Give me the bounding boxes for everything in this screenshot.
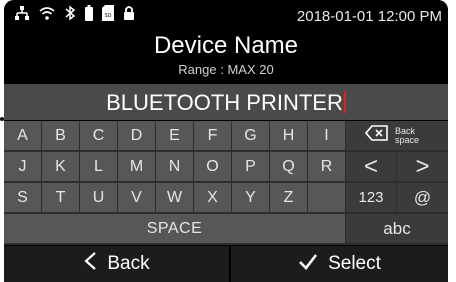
select-button-label: Select xyxy=(328,253,381,274)
key-t[interactable]: T xyxy=(42,183,79,212)
key-s[interactable]: S xyxy=(4,183,41,212)
key-r[interactable]: R xyxy=(308,152,345,181)
key-h[interactable]: H xyxy=(270,121,307,150)
key-w[interactable]: W xyxy=(156,183,193,212)
key-n[interactable]: N xyxy=(156,152,193,181)
cursor-left-key[interactable]: < xyxy=(346,152,396,181)
key-m[interactable]: M xyxy=(118,152,155,181)
key-j[interactable]: J xyxy=(4,152,41,181)
status-bar: SD 2018-01-01 12:00 PM xyxy=(4,0,448,30)
bluetooth-icon xyxy=(64,5,76,21)
key-o[interactable]: O xyxy=(194,152,231,181)
key-f[interactable]: F xyxy=(194,121,231,150)
back-button[interactable]: Back xyxy=(4,246,229,282)
name-input-value-wrap: BLUETOOTH PRINTER xyxy=(4,90,448,116)
page-title: Device Name xyxy=(153,32,299,59)
key-g[interactable]: G xyxy=(232,121,269,150)
at-key[interactable]: @ xyxy=(397,183,448,212)
key-c[interactable]: C xyxy=(80,121,117,150)
cursor-right-key[interactable]: > xyxy=(397,152,448,181)
wifi-icon xyxy=(39,5,55,21)
chevron-left-icon xyxy=(83,251,107,277)
key-blank xyxy=(308,183,345,212)
name-input-value: BLUETOOTH PRINTER xyxy=(106,90,343,115)
space-key[interactable]: SPACE xyxy=(4,214,345,243)
key-i[interactable]: I xyxy=(308,121,345,150)
select-button[interactable]: Select xyxy=(231,246,448,282)
backspace-key[interactable]: Back space xyxy=(346,121,448,150)
key-l[interactable]: L xyxy=(80,152,117,181)
key-a[interactable]: A xyxy=(4,121,41,150)
bottom-bar: Back Select xyxy=(4,246,448,282)
status-datetime: 2018-01-01 12:00 PM xyxy=(296,8,442,25)
network-icon xyxy=(14,5,30,21)
key-u[interactable]: U xyxy=(80,183,117,212)
key-k[interactable]: K xyxy=(42,152,79,181)
numeric-mode-key[interactable]: 123 xyxy=(346,183,396,212)
onscreen-keyboard: A B C D E F G H I Back space J K L M N O… xyxy=(4,121,448,245)
status-icons: SD xyxy=(14,5,135,21)
backspace-label: Back space xyxy=(395,125,420,145)
device-screen: SD 2018-01-01 12:00 PM Device Name Range… xyxy=(4,0,448,282)
checkmark-icon xyxy=(298,252,328,276)
text-cursor xyxy=(343,91,346,113)
key-d[interactable]: D xyxy=(118,121,155,150)
sd-card-icon: SD xyxy=(102,5,114,21)
key-z[interactable]: Z xyxy=(270,183,307,212)
battery-icon xyxy=(85,5,93,21)
lowercase-mode-key[interactable]: abc xyxy=(346,214,448,243)
key-b[interactable]: B xyxy=(42,121,79,150)
key-e[interactable]: E xyxy=(156,121,193,150)
backspace-icon xyxy=(364,125,389,146)
name-input-field[interactable]: BLUETOOTH PRINTER xyxy=(4,84,448,120)
range-hint: Range : MAX 20 xyxy=(178,62,274,77)
svg-text:SD: SD xyxy=(104,13,111,19)
key-x[interactable]: X xyxy=(194,183,231,212)
lock-icon xyxy=(123,5,135,21)
key-y[interactable]: Y xyxy=(232,183,269,212)
key-v[interactable]: V xyxy=(118,183,155,212)
back-button-label: Back xyxy=(107,253,150,274)
key-p[interactable]: P xyxy=(232,152,269,181)
key-q[interactable]: Q xyxy=(270,152,307,181)
